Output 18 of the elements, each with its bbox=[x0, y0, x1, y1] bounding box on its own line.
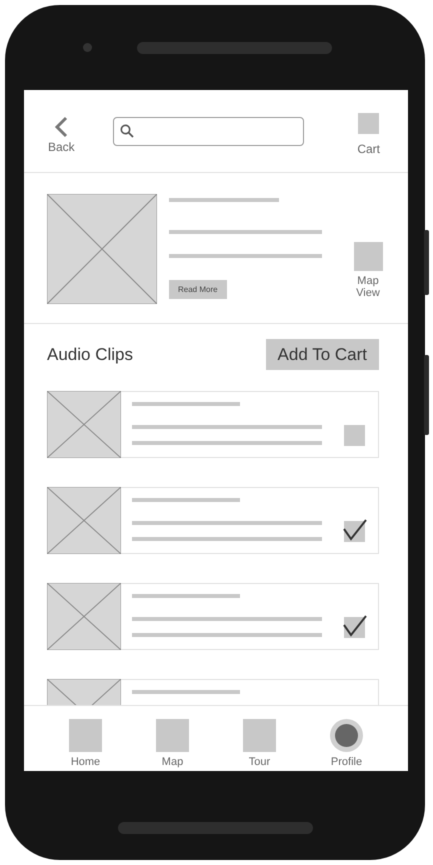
checkbox[interactable] bbox=[344, 425, 365, 446]
back-chevron-icon bbox=[53, 116, 70, 138]
read-more-button[interactable]: Read More bbox=[169, 280, 227, 299]
checkbox[interactable] bbox=[344, 617, 365, 638]
search-field[interactable] bbox=[112, 116, 304, 146]
clip-card[interactable] bbox=[47, 583, 379, 650]
camera-icon bbox=[83, 43, 92, 52]
search-icon bbox=[120, 124, 134, 138]
clip-card[interactable] bbox=[47, 391, 379, 458]
section-title: Audio Clips bbox=[47, 344, 133, 364]
clip-card[interactable] bbox=[47, 487, 379, 554]
add-to-cart-button[interactable]: Add To Cart bbox=[266, 339, 379, 370]
checkmark-icon bbox=[342, 518, 368, 542]
checkmark-icon bbox=[342, 614, 368, 638]
map-view-button[interactable]: Map View bbox=[353, 242, 383, 300]
checkbox[interactable] bbox=[344, 521, 365, 542]
back-button[interactable]: Back bbox=[48, 116, 75, 154]
cart-button[interactable]: Cart bbox=[357, 112, 380, 156]
